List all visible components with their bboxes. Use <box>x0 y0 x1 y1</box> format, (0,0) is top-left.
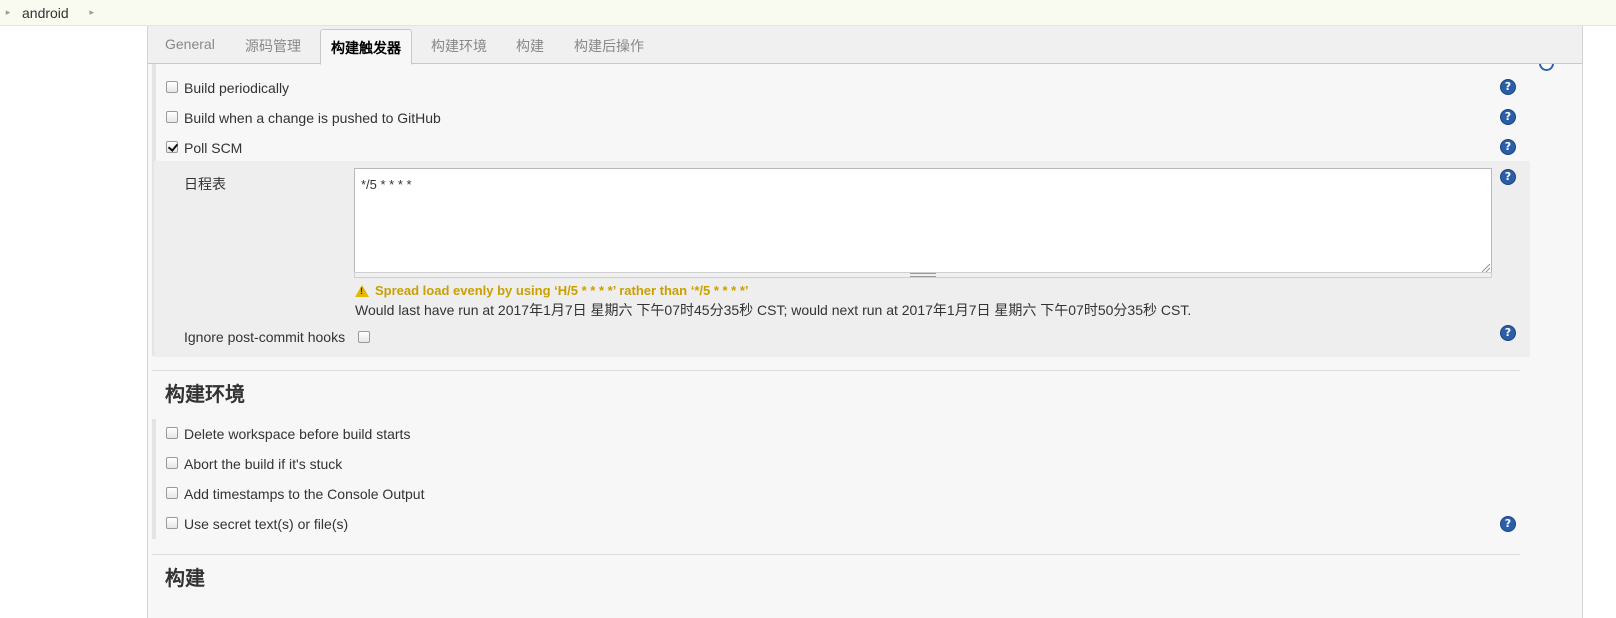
delete-workspace-label: Delete workspace before build starts <box>184 426 411 442</box>
timestamps-checkbox[interactable] <box>166 487 178 499</box>
schedule-label: 日程表 <box>184 176 226 192</box>
tab-build-environment[interactable]: 构建环境 <box>431 36 487 56</box>
help-icon[interactable]: ? <box>1500 516 1516 532</box>
help-icon[interactable]: ? <box>1500 109 1516 125</box>
secret-text-label: Use secret text(s) or file(s) <box>184 516 349 532</box>
build-periodically-checkbox[interactable] <box>166 81 178 93</box>
build-periodically-label: Build periodically <box>184 80 290 96</box>
github-push-checkbox[interactable] <box>166 111 178 123</box>
ignore-hooks-checkbox[interactable] <box>358 331 370 343</box>
tab-build[interactable]: 构建 <box>516 36 544 56</box>
tab-post-build[interactable]: 构建后操作 <box>574 36 644 56</box>
abort-stuck-checkbox[interactable] <box>166 457 178 469</box>
resize-handle-icon[interactable] <box>1482 264 1490 272</box>
schedule-run-info: Would last have run at 2017年1月7日 星期六 下午0… <box>355 302 1192 318</box>
help-icon[interactable]: ? <box>1500 79 1516 95</box>
build-title: 构建 <box>165 566 205 590</box>
config-panel: General 源码管理 构建触发器 构建环境 构建 构建后操作 Build p… <box>147 26 1583 618</box>
ignore-hooks-label: Ignore post-commit hooks <box>184 329 346 345</box>
breadcrumb: ▸ android ▸ <box>0 0 1616 26</box>
secret-text-checkbox[interactable] <box>166 517 178 529</box>
breadcrumb-arrow-icon[interactable]: ▸ <box>3 7 13 18</box>
tab-scm[interactable]: 源码管理 <box>245 36 301 56</box>
help-icon[interactable]: ? <box>1500 169 1516 185</box>
tab-bar: General 源码管理 构建触发器 构建环境 构建 构建后操作 <box>148 26 1582 65</box>
schedule-warning-text: Spread load evenly by using ‘H/5 * * * *… <box>375 283 749 298</box>
build-env-title: 构建环境 <box>165 382 245 406</box>
textarea-resize-bar[interactable] <box>354 272 1492 278</box>
poll-scm-checkbox[interactable] <box>166 141 178 153</box>
schedule-textarea[interactable]: */5 * * * * <box>354 168 1492 274</box>
timestamps-label: Add timestamps to the Console Output <box>184 486 425 502</box>
section-divider <box>152 370 1520 371</box>
delete-workspace-checkbox[interactable] <box>166 427 178 439</box>
grip-icon <box>910 273 936 277</box>
schedule-warning: Spread load evenly by using ‘H/5 * * * *… <box>355 283 749 298</box>
tab-build-triggers[interactable]: 构建触发器 <box>320 29 412 65</box>
poll-scm-label: Poll SCM <box>184 140 243 156</box>
section-divider <box>152 554 1520 555</box>
tab-general[interactable]: General <box>165 36 215 52</box>
breadcrumb-arrow-icon[interactable]: ▸ <box>87 7 97 18</box>
warning-icon <box>355 284 369 297</box>
github-push-label: Build when a change is pushed to GitHub <box>184 110 441 126</box>
breadcrumb-project-link[interactable]: android <box>22 5 69 21</box>
schedule-value: */5 * * * * <box>361 177 412 192</box>
abort-stuck-label: Abort the build if it's stuck <box>184 456 343 472</box>
help-icon[interactable]: ? <box>1500 139 1516 155</box>
help-icon[interactable]: ? <box>1500 325 1516 341</box>
section-bar <box>152 419 156 539</box>
